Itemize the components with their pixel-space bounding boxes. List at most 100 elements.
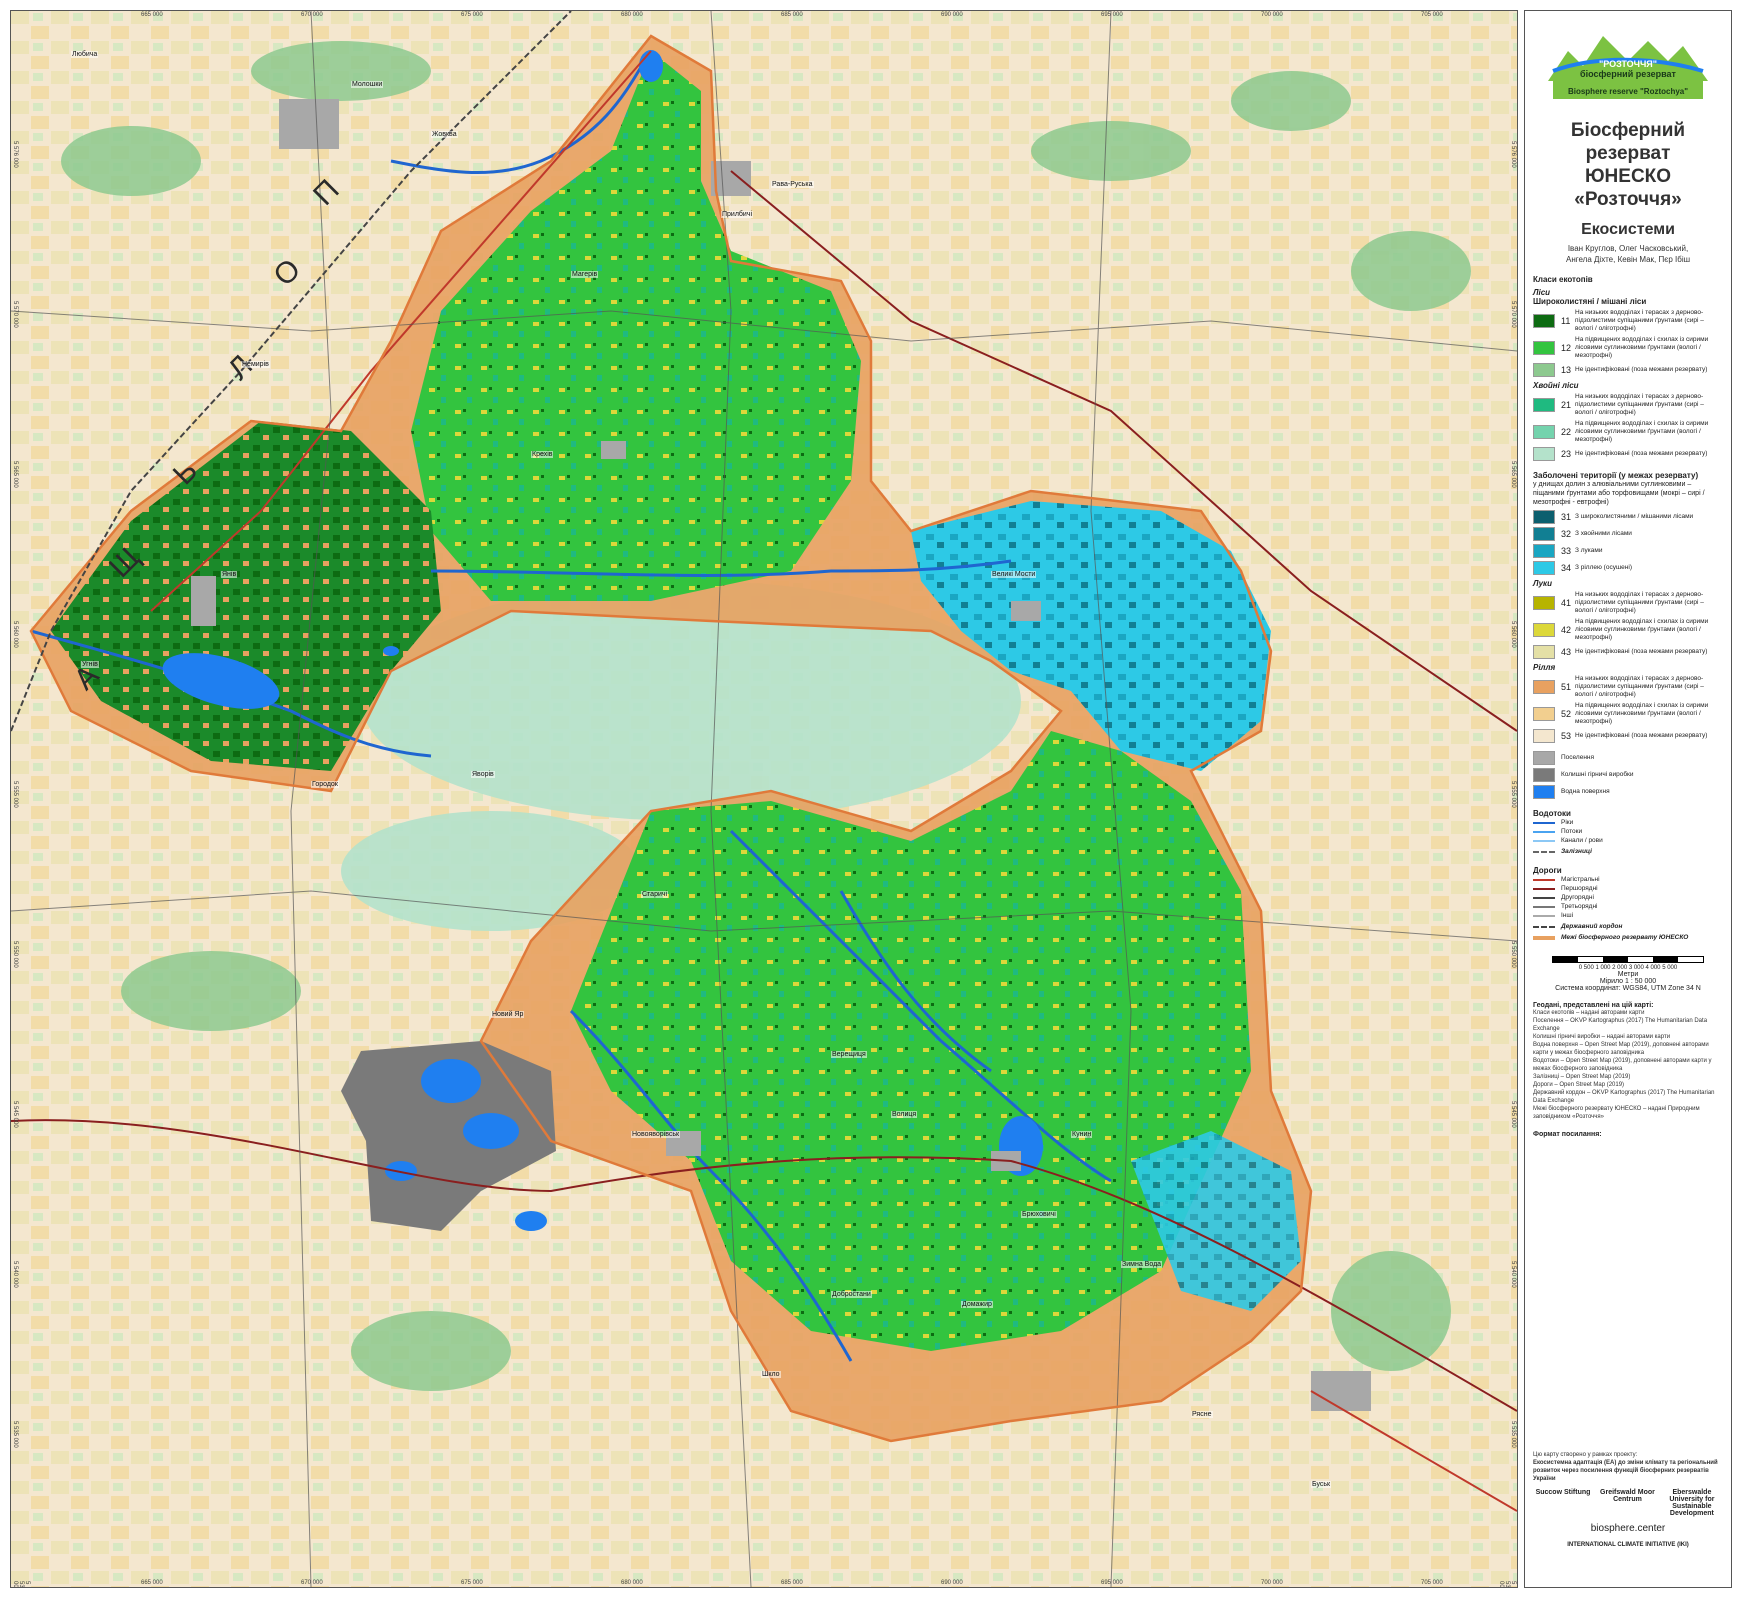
legend-code: 11 [1561, 316, 1571, 326]
authors: Іван Круглов, Олег Часковський, Ангела Д… [1565, 244, 1691, 264]
logo-line3: Biosphere reserve "Roztochya" [1567, 87, 1689, 96]
legend-swatch [1533, 398, 1555, 412]
legend-desc: На низьких вододілах і терасах з дерново… [1575, 309, 1704, 332]
legend-code: 43 [1561, 647, 1572, 657]
legend-line-row: Канали / рови [1533, 837, 1723, 845]
legend-line-row: Магістральні [1533, 876, 1723, 884]
water-title: Водотоки [1533, 809, 1571, 818]
legend-line-icon [1533, 915, 1555, 917]
legend-desc: Не ідентифіковані (поза межами резервату… [1575, 732, 1708, 739]
meadow-list: 41 На низьких вододілах і терасах з дерно… [1533, 591, 1723, 659]
wetland-title: Заболочені території (у межах резервату) [1533, 471, 1699, 480]
legend-row: Поселення [1533, 751, 1723, 765]
legend-row: 23 Не ідентифіковані (поза межами резерва… [1533, 447, 1723, 461]
legend-swatch [1533, 527, 1555, 541]
legend-code: 42 [1561, 625, 1572, 635]
legend-line-label: Ріки [1561, 819, 1574, 826]
project-name: Екосистемна адаптація (ЕА) до зміни клім… [1533, 1460, 1718, 1482]
legend-swatch [1533, 510, 1555, 524]
roads-title: Дороги [1533, 866, 1562, 875]
legend-swatch [1533, 751, 1555, 765]
logo-line2: біосферний резерват [1580, 69, 1676, 79]
legend-line-icon [1533, 888, 1555, 890]
legend-desc: З широколистяними / мішаними лісами [1575, 513, 1694, 520]
scale-unit: Метри [1617, 971, 1639, 978]
legend-line-icon [1533, 840, 1555, 842]
source-item: Водотоки – Open Street Map (2019), допов… [1533, 1058, 1712, 1072]
legend-swatch [1533, 363, 1555, 377]
legend-desc: З хвойними лісами [1575, 530, 1632, 537]
rail-row: Залізниці [1533, 848, 1723, 856]
legend-code: 32 [1561, 529, 1572, 539]
legend-row: 52 На підвищених вододілах і схилах із си… [1533, 702, 1723, 726]
wetland-list: 31 З широколистяними / мішаними лісами 32 З… [1533, 510, 1723, 575]
partner-hnee: Eberswalde University for Sustainable De… [1669, 1489, 1715, 1517]
legend-desc: На низьких вододілах і терасах з дерново… [1575, 675, 1704, 698]
legend-row: 22 На підвищених вододілах і схилах із си… [1533, 420, 1723, 444]
border-line-icon [1533, 926, 1555, 928]
legend-row: 51 На низьких вододілах і терасах з дерно… [1533, 675, 1723, 699]
source-item: Залізниці – Open Street Map (2019) [1533, 1074, 1631, 1080]
water-list: Ріки Потоки Канали / рови [1533, 819, 1723, 845]
logo-line1: "РОЗТОЧЧЯ" [1598, 59, 1658, 69]
legend-code: 22 [1561, 427, 1572, 437]
legend-line-icon [1533, 831, 1555, 833]
legend-line-label: Першорядні [1561, 885, 1598, 892]
legend-row: Водна поверхня [1533, 785, 1723, 799]
legend-swatch [1533, 561, 1555, 575]
legend-row: 21 На низьких вододілах і терасах з дерно… [1533, 393, 1723, 417]
legend-swatch [1533, 596, 1555, 610]
other-list: Поселення Колишні гірничі виробки Водна по… [1533, 751, 1723, 799]
wetland-note: у днищах долин з алювіальними суглинкови… [1533, 481, 1705, 506]
arable-title: Рілля [1533, 663, 1556, 672]
source-item: Державний кордон – OKVP Kartographus (20… [1533, 1090, 1715, 1104]
legend-line-icon [1533, 822, 1555, 824]
source-item: Водна поверхня – Open Street Map (2019),… [1533, 1042, 1709, 1056]
rail-line-icon [1533, 851, 1555, 853]
source-item: Класи екотопів – надані авторами карти [1533, 1010, 1645, 1016]
legend-code: 12 [1561, 343, 1572, 353]
conifer-title: Хвойні ліси [1533, 381, 1579, 390]
legend-row: 43 Не ідентифіковані (поза межами резерва… [1533, 645, 1723, 659]
map-canvas [11, 11, 1517, 1587]
legend-line-row: Потоки [1533, 828, 1723, 836]
sources-list: Класи екотопів – надані авторами карти По… [1533, 1009, 1723, 1121]
legend-row: 42 На підвищених вододілах і схилах із си… [1533, 618, 1723, 642]
legend-line-row: Другорядні [1533, 894, 1723, 902]
legend-desc: Не ідентифіковані (поза межами резервату… [1575, 450, 1708, 457]
legend-desc: Колишні гірничі виробки [1561, 771, 1634, 778]
legend-line-row: Третьорядні [1533, 903, 1723, 911]
ecosystem-map[interactable]: ПОЛЬЩА Любича Молошки Прилбичі Рава-Руська М… [10, 10, 1518, 1588]
broadleaf-title: Широколистяні / мішані ліси [1533, 297, 1647, 306]
partner-gmc: Greifswald Moor Centrum [1600, 1489, 1655, 1503]
arable-list: 51 На низьких вододілах і терасах з дерно… [1533, 675, 1723, 743]
legend-line-label: Канали / рови [1561, 837, 1603, 844]
legend-row: 32 З хвойними лісами [1533, 527, 1723, 541]
legend-code: 13 [1561, 365, 1572, 375]
legend-line-label: Інші [1561, 912, 1574, 919]
legend-swatch [1533, 707, 1555, 721]
scale-ratio: Мірило 1 : 50 000 [1599, 978, 1657, 985]
legend-code: 41 [1561, 598, 1572, 608]
sources-title: Геодані, представлені на цій карті: [1533, 1002, 1654, 1009]
website[interactable]: biosphere.center [1533, 1523, 1723, 1534]
legend-row: 41 На низьких вододілах і терасах з дерно… [1533, 591, 1723, 615]
legend-row: 33 З луками [1533, 544, 1723, 558]
legend-swatch [1533, 544, 1555, 558]
footer: Цю карту створено у рамках проекту: Екос… [1533, 1451, 1723, 1548]
forest-title: Ліси [1533, 288, 1551, 297]
legend-line-row: Інші [1533, 912, 1723, 920]
legend-row: Колишні гірничі виробки [1533, 768, 1723, 782]
scale-bar [1552, 956, 1704, 963]
classes-title: Класи екотопів [1533, 275, 1593, 284]
legend-swatch [1533, 785, 1555, 799]
legend-desc: Не ідентифіковані (поза межами резервату… [1575, 648, 1708, 655]
reserve-border-row: Межі біосферного резервату ЮНЕСКО [1533, 934, 1723, 942]
legend-row: 34 З ріллею (осушені) [1533, 561, 1723, 575]
legend-panel: "РОЗТОЧЧЯ" біосферний резерват Biosphere… [1524, 10, 1732, 1588]
map-subtitle: Екосистеми [1581, 221, 1675, 238]
source-item: Дороги – Open Street Map (2019) [1533, 1082, 1625, 1088]
legend-row: 12 На підвищених вододілах і схилах із си… [1533, 336, 1723, 360]
map-title: Біосферний резерват ЮНЕСКО «Розточчя» [1570, 120, 1686, 210]
legend-desc: З луками [1575, 547, 1603, 554]
